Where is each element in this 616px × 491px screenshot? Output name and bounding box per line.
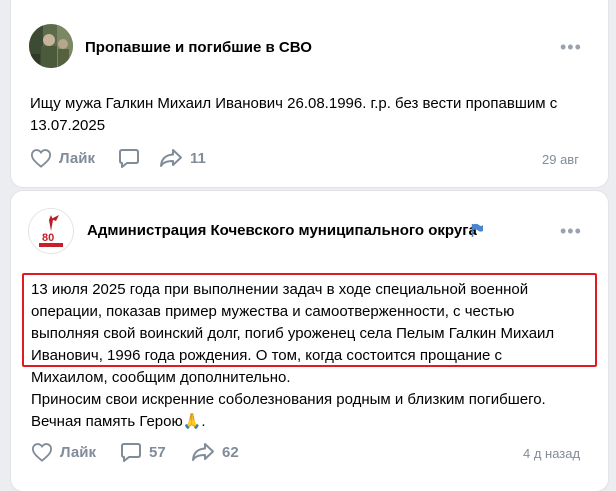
- comment-icon: [121, 443, 141, 462]
- like-label: Лайк: [59, 149, 95, 167]
- praying-hands-emoji: 🙏: [182, 413, 202, 430]
- group-avatar[interactable]: [29, 24, 73, 68]
- comment-button[interactable]: 57: [120, 442, 166, 463]
- post-date[interactable]: 29 авг: [542, 152, 579, 167]
- group-avatar[interactable]: 80: [29, 209, 73, 253]
- post-card: 80 Администрация Кочевского муниципально…: [11, 191, 608, 491]
- post-text-line: Ищу мужа Галкин Михаил Иванович 26.08.19…: [30, 95, 558, 112]
- post-text: 13 июля 2025 года при выполнении задач в…: [31, 279, 554, 433]
- group-name[interactable]: Администрация Кочевского муниципального …: [87, 222, 477, 239]
- comment-count: 57: [149, 444, 166, 461]
- post-text-line: операции, показав пример мужества и само…: [31, 303, 515, 320]
- more-options-icon[interactable]: •••: [560, 222, 582, 240]
- post-text-line: 13 июля 2025 года при выполнении задач в…: [31, 281, 529, 298]
- flag-icon: [471, 223, 483, 237]
- like-button[interactable]: Лайк: [30, 148, 95, 168]
- post-date[interactable]: 4 д назад: [523, 446, 580, 461]
- post-text: Ищу мужа Галкин Михаил Иванович 26.08.19…: [30, 93, 557, 137]
- post-card: Пропавшие и погибшие в СВО ••• Ищу мужа …: [11, 0, 608, 187]
- more-options-icon[interactable]: •••: [560, 38, 582, 56]
- share-count: 11: [190, 149, 206, 167]
- trailing-period: .: [201, 413, 206, 430]
- post-text-line: Вечная память Герою: [31, 413, 183, 430]
- heart-icon: [30, 149, 52, 168]
- post-text-line: выполняя свой воинский долг, погиб уроже…: [31, 325, 555, 342]
- like-button[interactable]: Лайк: [31, 442, 96, 462]
- heart-icon: [31, 443, 53, 462]
- share-count: 62: [222, 443, 239, 461]
- post-text-line: Иванович, 1996 года рождения. О том, ког…: [31, 347, 503, 364]
- share-arrow-icon: [192, 443, 214, 461]
- share-button[interactable]: 62: [191, 442, 239, 462]
- post-text-line: Михаилом, сообщим дополнительно.: [31, 369, 291, 386]
- post-text-line-last: Вечная память Герою🙏.: [31, 411, 554, 433]
- post-text-line: 13.07.2025: [30, 117, 106, 134]
- comment-button[interactable]: [118, 148, 140, 169]
- share-button[interactable]: 11: [159, 148, 206, 168]
- group-name[interactable]: Пропавшие и погибшие в СВО: [85, 39, 312, 56]
- share-arrow-icon: [160, 149, 182, 167]
- avatar-logo-text: 80: [42, 232, 54, 244]
- post-text-line: Приносим свои искренние соболезнования р…: [31, 391, 546, 408]
- comment-icon: [119, 149, 139, 168]
- like-label: Лайк: [60, 443, 96, 461]
